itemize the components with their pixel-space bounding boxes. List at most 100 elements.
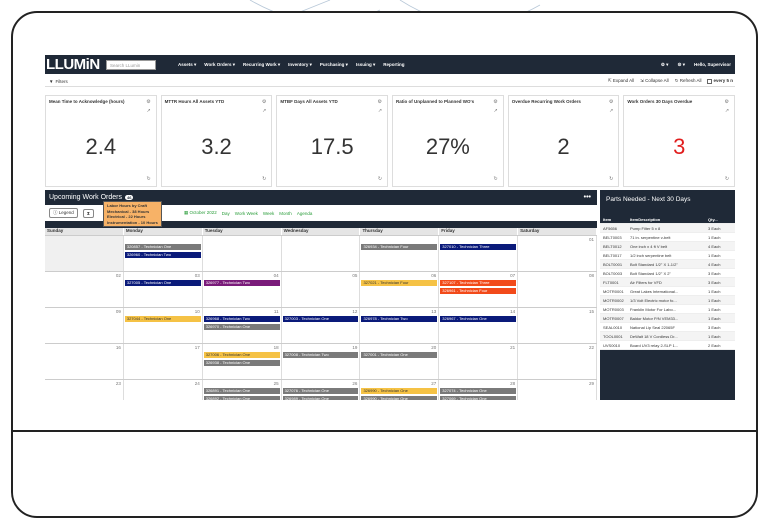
work-order-event[interactable]: 326938 - Technician One: [203, 360, 280, 366]
refresh-icon[interactable]: ↻: [146, 176, 150, 182]
table-row[interactable]: MOTR0003 Franklin Motor For Labo... 1 Each: [600, 305, 735, 314]
work-order-event[interactable]: 326960 - Technician Two: [124, 252, 201, 258]
nav-inventory[interactable]: Inventory ▾: [288, 62, 312, 68]
calendar-day[interactable]: 25 326891 - Technician One 326892 - Techni…: [203, 380, 282, 400]
nav-purchasing[interactable]: Purchasing ▾: [320, 62, 348, 68]
work-order-event[interactable]: 326970 - Technician One: [203, 324, 280, 330]
calendar-day[interactable]: 17: [124, 344, 203, 379]
calendar-day[interactable]: 03 327005 - Technician One: [124, 272, 203, 307]
calendar-day[interactable]: 07 327107 - Technician Three 326961 - Tech…: [439, 272, 519, 307]
work-order-event[interactable]: 326967 - Technician One: [440, 316, 517, 322]
settings-icon[interactable]: ⚙: [609, 99, 613, 105]
open-icon[interactable]: ↗: [262, 108, 266, 114]
work-order-event[interactable]: 326978 - Technician Two: [361, 316, 438, 322]
view-week[interactable]: Week: [263, 211, 274, 216]
admin-menu[interactable]: ⚙ ▾: [677, 62, 685, 68]
work-order-event[interactable]: 320857 - Technician One: [124, 244, 201, 250]
calendar-day[interactable]: 11 326968 - Technician Two 326970 - Techni…: [203, 308, 282, 343]
table-row[interactable]: BELT0012 One inch x 4 ft V belt 4 Each: [600, 242, 735, 251]
calendar-day[interactable]: 01: [518, 236, 598, 271]
refresh-icon[interactable]: ↻: [262, 176, 266, 182]
nav-recurring-work[interactable]: Recurring Work ▾: [243, 62, 280, 68]
work-order-event[interactable]: 327107 - Technician Three: [440, 280, 517, 286]
table-row[interactable]: BELT0017 1/2 inch serpentine belt 1 Each: [600, 251, 735, 260]
view-agenda[interactable]: Agenda: [297, 211, 313, 216]
calendar-day[interactable]: 08: [518, 272, 598, 307]
settings-icon[interactable]: ⚙: [378, 99, 382, 105]
calendar-day[interactable]: 23: [45, 380, 124, 400]
calendar-day[interactable]: 18 327006 - Technician One 326938 - Techni…: [203, 344, 282, 379]
search-input[interactable]: Search LLumin: [106, 59, 156, 70]
settings-menu[interactable]: ⚙ ▾: [661, 62, 669, 68]
view-day[interactable]: Day: [222, 211, 230, 216]
work-order-event[interactable]: 327069 - Technician One: [440, 396, 517, 400]
work-order-event[interactable]: 326977 - Technician Two: [203, 280, 280, 286]
calendar-day[interactable]: 19 327008 - Technician Two: [282, 344, 361, 379]
table-row[interactable]: MOTR0001 Great Lakes International... 1 Ea…: [600, 287, 735, 296]
calendar-day[interactable]: 24: [124, 380, 203, 400]
calendar-day[interactable]: 14 326967 - Technician One: [439, 308, 519, 343]
calendar-day[interactable]: [45, 236, 124, 271]
table-row[interactable]: BOLT0003 Bolt Standard 1/2" X 2" 3 Each: [600, 269, 735, 278]
calendar-day[interactable]: 06 327021 - Technician Four: [360, 272, 440, 307]
work-order-event[interactable]: 327076 - Technician One: [282, 388, 359, 394]
refresh-icon[interactable]: ↻: [725, 176, 729, 182]
column-header[interactable]: Qty...: [708, 217, 735, 222]
open-icon[interactable]: ↗: [725, 108, 729, 114]
calendar-day[interactable]: 28 327074 - Technician One 327069 - Techni…: [439, 380, 519, 400]
app-logo[interactable]: LLUMiN: [46, 56, 106, 73]
calendar-day[interactable]: 327010 - Technician Three: [439, 236, 519, 271]
open-icon[interactable]: ↗: [146, 108, 150, 114]
expand-all-button[interactable]: ⇱ Expand All: [608, 78, 634, 84]
calendar-day[interactable]: 10 327044 - Technician One: [124, 308, 203, 343]
user-greeting[interactable]: Hello, Supervisor: [694, 62, 731, 68]
open-icon[interactable]: ↗: [493, 108, 497, 114]
refresh-all-button[interactable]: ↻ Refresh All: [675, 78, 702, 84]
view-work-week[interactable]: Work Week: [235, 211, 258, 216]
open-icon[interactable]: ↗: [378, 108, 382, 114]
filter-icon[interactable]: ▼: [49, 79, 53, 84]
month-picker[interactable]: ▦ October 2022: [184, 210, 217, 216]
nav-work-orders[interactable]: Work Orders ▾: [204, 62, 235, 68]
work-order-event[interactable]: 327008 - Technician Two: [282, 352, 359, 358]
calendar-day[interactable]: 27 326990 - Technician One 326990 - Techni…: [360, 380, 440, 400]
nav-reporting[interactable]: Reporting: [383, 62, 404, 67]
table-row[interactable]: MOTR0002 1/3 Volt Electric motor fo... 1 E…: [600, 296, 735, 305]
calendar-day[interactable]: 320857 - Technician One 326960 - Technici…: [124, 236, 203, 271]
work-order-event[interactable]: 327074 - Technician One: [440, 388, 517, 394]
column-header[interactable]: Item: [600, 217, 630, 222]
calendar-day[interactable]: [203, 236, 282, 271]
work-order-event[interactable]: 326891 - Technician One: [203, 388, 280, 394]
calendar-day[interactable]: 02: [45, 272, 124, 307]
calendar-day[interactable]: 326934 - Technician Four: [360, 236, 440, 271]
view-month[interactable]: Month: [279, 211, 292, 216]
work-order-event[interactable]: 327001 - Technician One: [361, 352, 438, 358]
table-row[interactable]: AF5656 Pump Filter 5 x 8 3 Each: [600, 224, 735, 233]
refresh-icon[interactable]: ↻: [378, 176, 382, 182]
work-order-event[interactable]: 327044 - Technician One: [124, 316, 201, 322]
table-row[interactable]: BELT0003 71 in. serpentine v-belt 1 Each: [600, 233, 735, 242]
table-row[interactable]: SEAL0010 National Lip Seal 22065F 3 Each: [600, 323, 735, 332]
table-row[interactable]: TOOL0001 DeWalt 18 V Cordless Dr... 1 Each: [600, 332, 735, 341]
nav-issuing[interactable]: Issuing ▾: [356, 62, 375, 68]
calendar-day[interactable]: 20 327001 - Technician One: [360, 344, 440, 379]
work-order-event[interactable]: 326892 - Technician One: [203, 396, 280, 400]
refresh-icon[interactable]: ↻: [493, 176, 497, 182]
work-order-event[interactable]: 326989 - Technician One: [282, 396, 359, 400]
work-order-event[interactable]: 327021 - Technician Four: [361, 280, 438, 286]
filters-button[interactable]: Filters: [55, 79, 67, 84]
calendar-day[interactable]: 12 327003 - Technician One: [282, 308, 361, 343]
work-order-event[interactable]: 327005 - Technician One: [124, 280, 201, 286]
table-row[interactable]: UVS0010 Board UV3 relay 2-SLP 1... 2 Each: [600, 341, 735, 350]
work-order-event[interactable]: 327006 - Technician One: [203, 352, 280, 358]
settings-icon[interactable]: ⚙: [493, 99, 497, 105]
legend-button[interactable]: ⓘ Legend: [49, 208, 78, 218]
calendar-day[interactable]: 16: [45, 344, 124, 379]
work-order-event[interactable]: 326961 - Technician Four: [440, 288, 517, 294]
settings-icon[interactable]: ⚙: [146, 99, 150, 105]
calendar-day[interactable]: 04 326977 - Technician Two: [203, 272, 282, 307]
column-header[interactable]: ItemDescription: [630, 217, 708, 222]
auto-refresh-checkbox[interactable]: every 5 n: [707, 78, 733, 84]
work-order-event[interactable]: 327003 - Technician One: [282, 316, 359, 322]
work-order-event[interactable]: 326990 - Technician One: [361, 396, 438, 400]
